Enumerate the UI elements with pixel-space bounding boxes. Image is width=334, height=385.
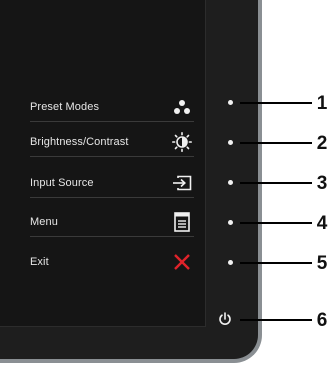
callout-number-5: 5 xyxy=(316,253,328,274)
monitor-button-3[interactable] xyxy=(228,180,233,185)
callout-number-1: 1 xyxy=(316,93,328,114)
monitor-button-2[interactable] xyxy=(228,140,233,145)
callout-line-1 xyxy=(240,102,312,104)
monitor-button-1[interactable] xyxy=(228,100,233,105)
osd-item-label: Exit xyxy=(30,255,49,268)
exit-icon xyxy=(172,252,192,272)
input-source-icon xyxy=(172,173,192,193)
osd-item-label: Preset Modes xyxy=(30,101,100,113)
callout-line-6 xyxy=(240,319,312,321)
monitor-button-5[interactable] xyxy=(228,260,233,265)
callout-line-4 xyxy=(240,222,312,224)
monitor-button-4[interactable] xyxy=(228,220,233,225)
callout-line-3 xyxy=(240,182,312,184)
osd-item-label: Brightness/Contrast xyxy=(30,136,129,148)
power-icon xyxy=(219,312,231,325)
callout-line-2 xyxy=(240,142,312,144)
osd-item-exit[interactable]: Exit xyxy=(30,247,194,276)
osd-item-label: Input Source xyxy=(30,177,94,189)
monitor-screen xyxy=(0,0,206,327)
power-button[interactable] xyxy=(214,308,236,330)
callout-number-4: 4 xyxy=(316,213,328,234)
menu-icon xyxy=(172,212,192,232)
callout-number-2: 2 xyxy=(316,133,328,154)
osd-item-input-source[interactable]: Input Source xyxy=(30,169,194,198)
callout-number-6: 6 xyxy=(316,310,328,331)
callout-number-3: 3 xyxy=(316,173,328,194)
osd-item-label: Menu xyxy=(30,216,58,228)
osd-item-preset-modes[interactable]: Preset Modes xyxy=(30,93,194,122)
osd-item-menu[interactable]: Menu xyxy=(30,208,194,237)
osd-item-brightness-contrast[interactable]: Brightness/Contrast xyxy=(30,128,194,157)
preset-modes-icon xyxy=(172,97,192,117)
callout-line-5 xyxy=(240,262,312,264)
brightness-contrast-icon xyxy=(172,132,192,152)
